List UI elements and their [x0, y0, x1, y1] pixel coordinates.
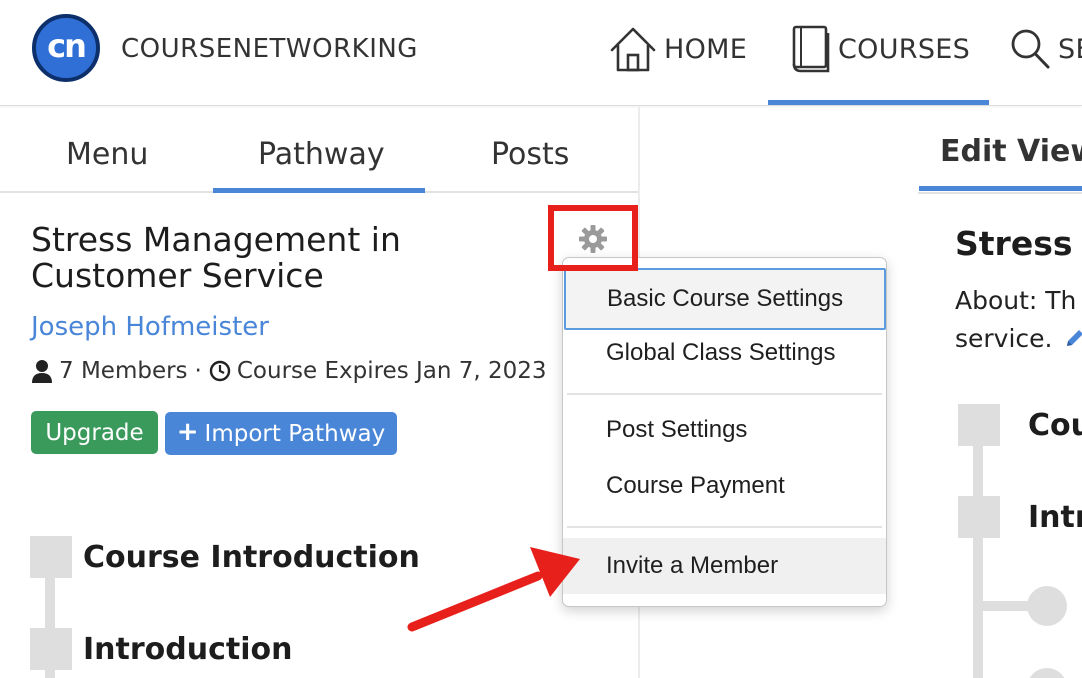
pathway-item-course-introduction[interactable]: Course Introduction [83, 540, 420, 575]
course-settings-dropdown: Basic Course Settings Global Class Setti… [562, 257, 887, 607]
gear-icon[interactable] [578, 224, 608, 254]
course-title: Stress Management in Customer Service [31, 220, 401, 295]
about-text-end: service. [955, 324, 1053, 353]
menu-item-basic-course-settings[interactable]: Basic Course Settings [564, 268, 886, 330]
member-count: 7 Members [59, 358, 188, 384]
tab-posts[interactable]: Posts [491, 137, 569, 172]
pathway-node-marker [30, 536, 72, 578]
pathway-node-marker [958, 404, 1000, 446]
pathway-branch [973, 601, 1033, 611]
import-pathway-label: Import Pathway [204, 420, 386, 447]
book-icon [792, 25, 830, 73]
about-text-line-2: service. [955, 320, 1082, 358]
tab-menu[interactable]: Menu [66, 137, 148, 172]
nav-home[interactable]: HOME [608, 24, 747, 74]
pathway-connector [973, 446, 983, 678]
pathway-connector [45, 670, 55, 678]
menu-item-post-settings[interactable]: Post Settings [563, 404, 886, 456]
pathway-connector [45, 578, 55, 630]
user-icon [32, 360, 52, 383]
plus-icon: + [176, 417, 199, 447]
preview-about: About: Th service. [955, 282, 1082, 358]
logo-text: cn [47, 27, 87, 65]
search-icon [1011, 29, 1050, 69]
tab-pathway[interactable]: Pathway [258, 137, 385, 172]
about-text-line: About: Th [955, 286, 1077, 315]
pathway-item-introduction[interactable]: Introduction [83, 632, 292, 667]
upgrade-button[interactable]: Upgrade [31, 411, 158, 454]
course-owner-link[interactable]: Joseph Hofmeister [31, 312, 269, 342]
course-expiry: Course Expires Jan 7, 2023 [236, 358, 547, 384]
nav-search-label: SE [1058, 33, 1082, 65]
active-tab-indicator [213, 188, 425, 193]
left-pane-tabs: Menu Pathway Posts [0, 107, 638, 193]
active-tab-indicator [919, 186, 1082, 191]
menu-divider [567, 526, 882, 528]
nav-courses[interactable]: COURSES [790, 24, 970, 74]
menu-item-global-class-settings[interactable]: Global Class Settings [563, 327, 886, 379]
pathway-node-marker [958, 496, 1000, 538]
menu-item-invite-a-member[interactable]: Invite a Member [563, 538, 886, 594]
pencil-icon[interactable] [1064, 327, 1082, 349]
clock-icon [209, 360, 231, 382]
top-navigation-bar: cn COURSENETWORKING HOME COURSES SE [0, 0, 1082, 106]
right-tab-border [918, 192, 1082, 194]
nav-search[interactable]: SE [1008, 24, 1082, 74]
preview-pathway-item[interactable]: Intro [1028, 500, 1082, 535]
pathway-circle-node [1027, 586, 1067, 626]
preview-course-title: Stress M [955, 224, 1082, 263]
pathway-circle-node [1027, 668, 1067, 678]
nav-home-label: HOME [664, 33, 748, 65]
home-icon [610, 27, 656, 72]
import-pathway-button[interactable]: + Import Pathway [165, 412, 397, 455]
coursenetworking-logo[interactable]: cn [32, 14, 100, 82]
active-nav-indicator [768, 100, 989, 105]
preview-pathway-item[interactable]: Cou [1028, 408, 1082, 443]
brand-name[interactable]: COURSENETWORKING [121, 34, 418, 64]
menu-divider [567, 393, 882, 395]
pathway-node-marker [30, 628, 72, 670]
menu-item-course-payment[interactable]: Course Payment [563, 460, 886, 512]
meta-separator: · [194, 358, 202, 384]
nav-courses-label: COURSES [838, 33, 971, 65]
tab-edit-view[interactable]: Edit View [940, 134, 1082, 169]
course-meta: 7 Members · Course Expires Jan 7, 2023 [31, 358, 547, 384]
